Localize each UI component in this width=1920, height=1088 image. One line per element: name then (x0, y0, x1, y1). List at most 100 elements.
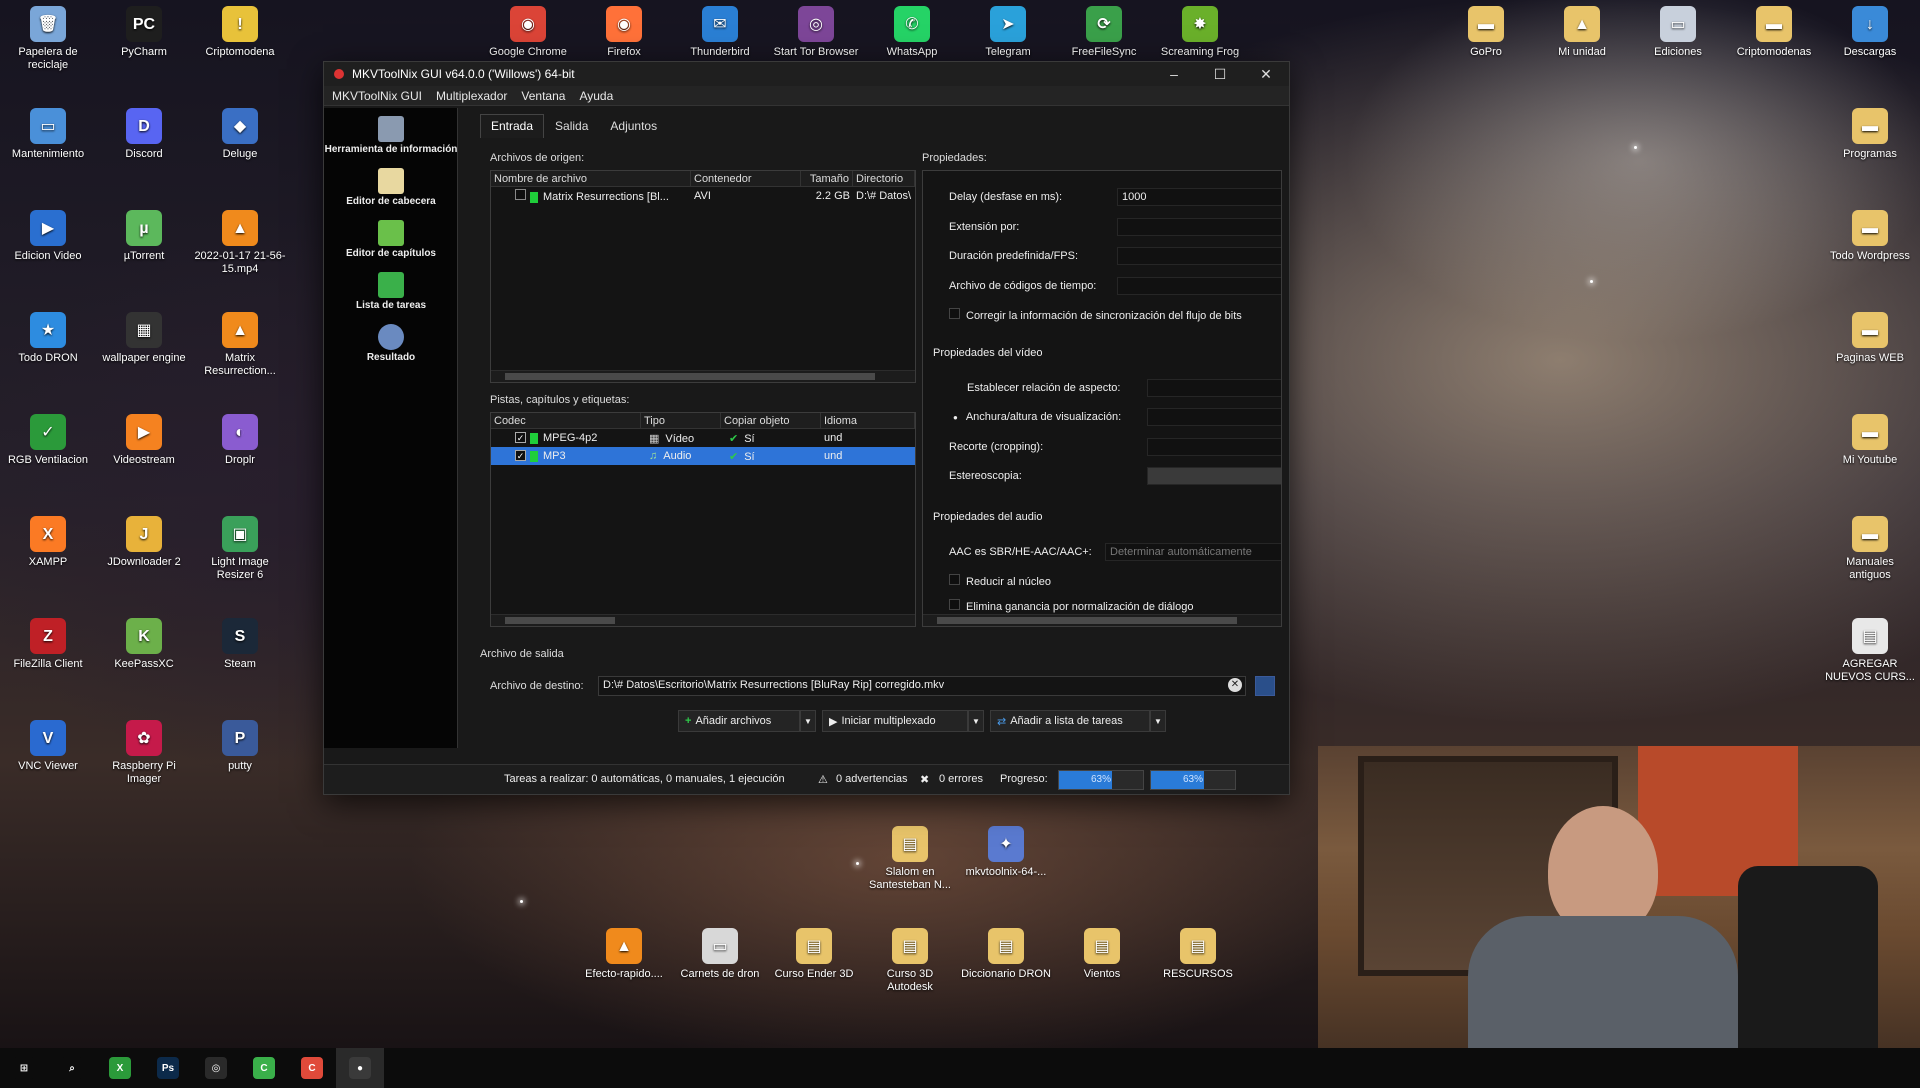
dialog-norm-checkbox[interactable] (949, 599, 960, 610)
minimize-button[interactable]: – (1151, 62, 1197, 86)
browse-folder-button[interactable] (1255, 676, 1275, 696)
desktop-icon-pycharm[interactable]: PC PyCharm (98, 6, 190, 59)
desktop-icon-mi-youtube[interactable]: ▬ Mi Youtube (1824, 414, 1916, 467)
desktop-icon-programas[interactable]: ▬ Programas (1824, 108, 1916, 161)
desktop-icon-videostream[interactable]: ▶ Videostream (98, 414, 190, 467)
title-bar[interactable]: MKVToolNix GUI v64.0.0 ('Willows') 64-bi… (324, 62, 1289, 86)
desktop-icon-vientos[interactable]: ▤ Vientos (1056, 928, 1148, 981)
delay-input[interactable]: 1000 (1117, 188, 1281, 206)
desktop-icon-descargas[interactable]: ↓ Descargas (1824, 6, 1916, 59)
timecodes-input[interactable] (1117, 277, 1281, 295)
desktop-icon-raspberry-pi-imager[interactable]: ✿ Raspberry Pi Imager (98, 720, 190, 786)
start-mux-button[interactable]: ▶ Iniciar multiplexado (822, 710, 968, 732)
aspect-ratio-radio[interactable]: Establecer relación de aspecto: (967, 382, 1120, 394)
stereo-select[interactable] (1147, 467, 1281, 485)
desktop-icon-recursos[interactable]: ▤ RESCURSOS (1152, 928, 1244, 981)
maximize-button[interactable]: ☐ (1197, 62, 1243, 86)
desktop-icon-mi-unidad[interactable]: ▲ Mi unidad (1536, 6, 1628, 59)
desktop-icon-screaming-frog[interactable]: ✸ Screaming Frog (1154, 6, 1246, 59)
column-header[interactable]: Contenedor (691, 170, 801, 187)
column-header[interactable]: Directorio (853, 170, 915, 187)
add-files-button[interactable]: + Añadir archivos (678, 710, 800, 732)
fix-sync-checkbox[interactable] (949, 308, 960, 319)
desktop-icon-carnets-dron[interactable]: ▭ Carnets de dron (674, 928, 766, 981)
desktop-icon-utorrent[interactable]: µ µTorrent (98, 210, 190, 263)
desktop-icon-manuales-antiguos[interactable]: ▬ Manuales antiguos (1824, 516, 1916, 582)
desktop-icon-ediciones[interactable]: ▭ Ediciones (1632, 6, 1724, 59)
desktop-icon-paginas-web[interactable]: ▬ Paginas WEB (1824, 312, 1916, 365)
column-header[interactable]: Nombre de archivo (491, 170, 691, 187)
taskbar-obs-button[interactable]: ◎ (192, 1048, 240, 1088)
menu-ayuda[interactable]: Ayuda (579, 89, 613, 103)
display-dims-input[interactable] (1147, 408, 1281, 426)
taskbar-start-button[interactable]: ⊞ (0, 1048, 48, 1088)
desktop-icon-google-chrome[interactable]: ◉ Google Chrome (482, 6, 574, 59)
desktop-icon-keepassxc[interactable]: K KeePassXC (98, 618, 190, 671)
warnings-count[interactable]: 0 advertencias (836, 773, 908, 785)
desktop-icon-whatsapp[interactable]: ✆ WhatsApp (866, 6, 958, 59)
tab-salida[interactable]: Salida (544, 114, 599, 138)
start-mux-dropdown[interactable]: ▼ (968, 710, 984, 732)
desktop-icon-thunderbird[interactable]: ✉ Thunderbird (674, 6, 766, 59)
menu-ventana[interactable]: Ventana (521, 89, 565, 103)
destination-input[interactable]: D:\# Datos\Escritorio\Matrix Resurrectio… (598, 676, 1246, 696)
menu-multiplexador[interactable]: Multiplexador (436, 89, 507, 103)
track-checkbox[interactable]: ✓ (515, 432, 526, 443)
taskbar-xbox-button[interactable]: X (96, 1048, 144, 1088)
desktop-icon-mantenimiento[interactable]: ▭ Mantenimiento (2, 108, 94, 161)
taskbar-mkvtoolnix-button[interactable]: ● (336, 1048, 384, 1088)
desktop-icon-deluge[interactable]: ◆ Deluge (194, 108, 286, 161)
column-header[interactable]: Tipo (641, 412, 721, 429)
desktop-icon-mkvtoolnix-setup[interactable]: ✦ mkvtoolnix-64-... (960, 826, 1052, 879)
desktop-icon-telegram[interactable]: ➤ Telegram (962, 6, 1054, 59)
radio-icon[interactable]: ● (953, 413, 958, 422)
desktop-icon-gopro[interactable]: ▬ GoPro (1440, 6, 1532, 59)
sidebar-item-header-editor[interactable]: Editor de cabecera (324, 160, 458, 212)
desktop-icon-wallpaper-engine[interactable]: ▦ wallpaper engine (98, 312, 190, 365)
desktop-icon-edicion-video[interactable]: ▶ Edicion Video (2, 210, 94, 263)
close-button[interactable]: ✕ (1243, 62, 1289, 86)
desktop-icon-jdownloader[interactable]: J JDownloader 2 (98, 516, 190, 569)
errors-count[interactable]: 0 errores (939, 773, 983, 785)
desktop-icon-criptomodenas[interactable]: ▬ Criptomodenas (1728, 6, 1820, 59)
fps-select[interactable] (1117, 247, 1281, 265)
sidebar-item-info-tool[interactable]: Herramienta de información (324, 108, 458, 160)
desktop-icon-slalom[interactable]: ▤ Slalom en Santesteban N... (864, 826, 956, 892)
sidebar-item-chapter-editor[interactable]: Editor de capítulos (324, 212, 458, 264)
desktop-icon-todo-wordpress[interactable]: ▬ Todo Wordpress (1824, 210, 1916, 263)
stretch-input[interactable] (1117, 218, 1281, 236)
desktop-icon-papelera[interactable]: 🗑 Papelera de reciclaje (2, 6, 94, 72)
reduce-core-checkbox[interactable] (949, 574, 960, 585)
column-header[interactable]: Idioma (821, 412, 915, 429)
desktop-icon-curso-ender[interactable]: ▤ Curso Ender 3D (768, 928, 860, 981)
desktop-icon-discord[interactable]: D Discord (98, 108, 190, 161)
desktop-icon-efecto-rapido[interactable]: ▲ Efecto-rapido.... (578, 928, 670, 981)
desktop-icon-diccionario-dron[interactable]: ▤ Diccionario DRON (960, 928, 1052, 981)
desktop-icon-video-file[interactable]: ▲ 2022-01-17 21-56-15.mp4 (194, 210, 286, 276)
horizontal-scrollbar[interactable] (923, 614, 1281, 626)
aspect-ratio-input[interactable] (1147, 379, 1281, 397)
desktop-icon-light-image-resizer[interactable]: ▣ Light Image Resizer 6 (194, 516, 286, 582)
desktop-icon-filezilla[interactable]: Z FileZilla Client (2, 618, 94, 671)
desktop-icon-vnc-viewer[interactable]: V VNC Viewer (2, 720, 94, 773)
desktop-icon-xampp[interactable]: X XAMPP (2, 516, 94, 569)
desktop-icon-rgb-ventilacion[interactable]: ✓ RGB Ventilacion (2, 414, 94, 467)
table-row[interactable]: Matrix Resurrections [Bl... AVI 2.2 GB D… (491, 187, 915, 205)
add-files-dropdown[interactable]: ▼ (800, 710, 816, 732)
aac-select[interactable]: Determinar automáticamente (1105, 543, 1281, 561)
desktop-icon-matrix[interactable]: ▲ Matrix Resurrection... (194, 312, 286, 378)
desktop-icon-putty[interactable]: Pputty (194, 720, 286, 773)
taskbar-camtasia-red-button[interactable]: C (288, 1048, 336, 1088)
desktop-icon-todo-dron[interactable]: ★ Todo DRON (2, 312, 94, 365)
tab-entrada[interactable]: Entrada (480, 114, 545, 138)
desktop-icon-freefilesync[interactable]: ⟳ FreeFileSync (1058, 6, 1150, 59)
tab-adjuntos[interactable]: Adjuntos (599, 114, 668, 138)
column-header[interactable]: Copiar objeto (721, 412, 821, 429)
sidebar-item-output[interactable]: Resultado (324, 316, 458, 368)
horizontal-scrollbar[interactable] (491, 370, 915, 382)
add-to-queue-dropdown[interactable]: ▼ (1150, 710, 1166, 732)
taskbar-photoshop-button[interactable]: Ps (144, 1048, 192, 1088)
clear-icon[interactable]: ✕ (1228, 678, 1242, 692)
horizontal-scrollbar[interactable] (491, 614, 915, 626)
desktop-icon-firefox[interactable]: ◉ Firefox (578, 6, 670, 59)
